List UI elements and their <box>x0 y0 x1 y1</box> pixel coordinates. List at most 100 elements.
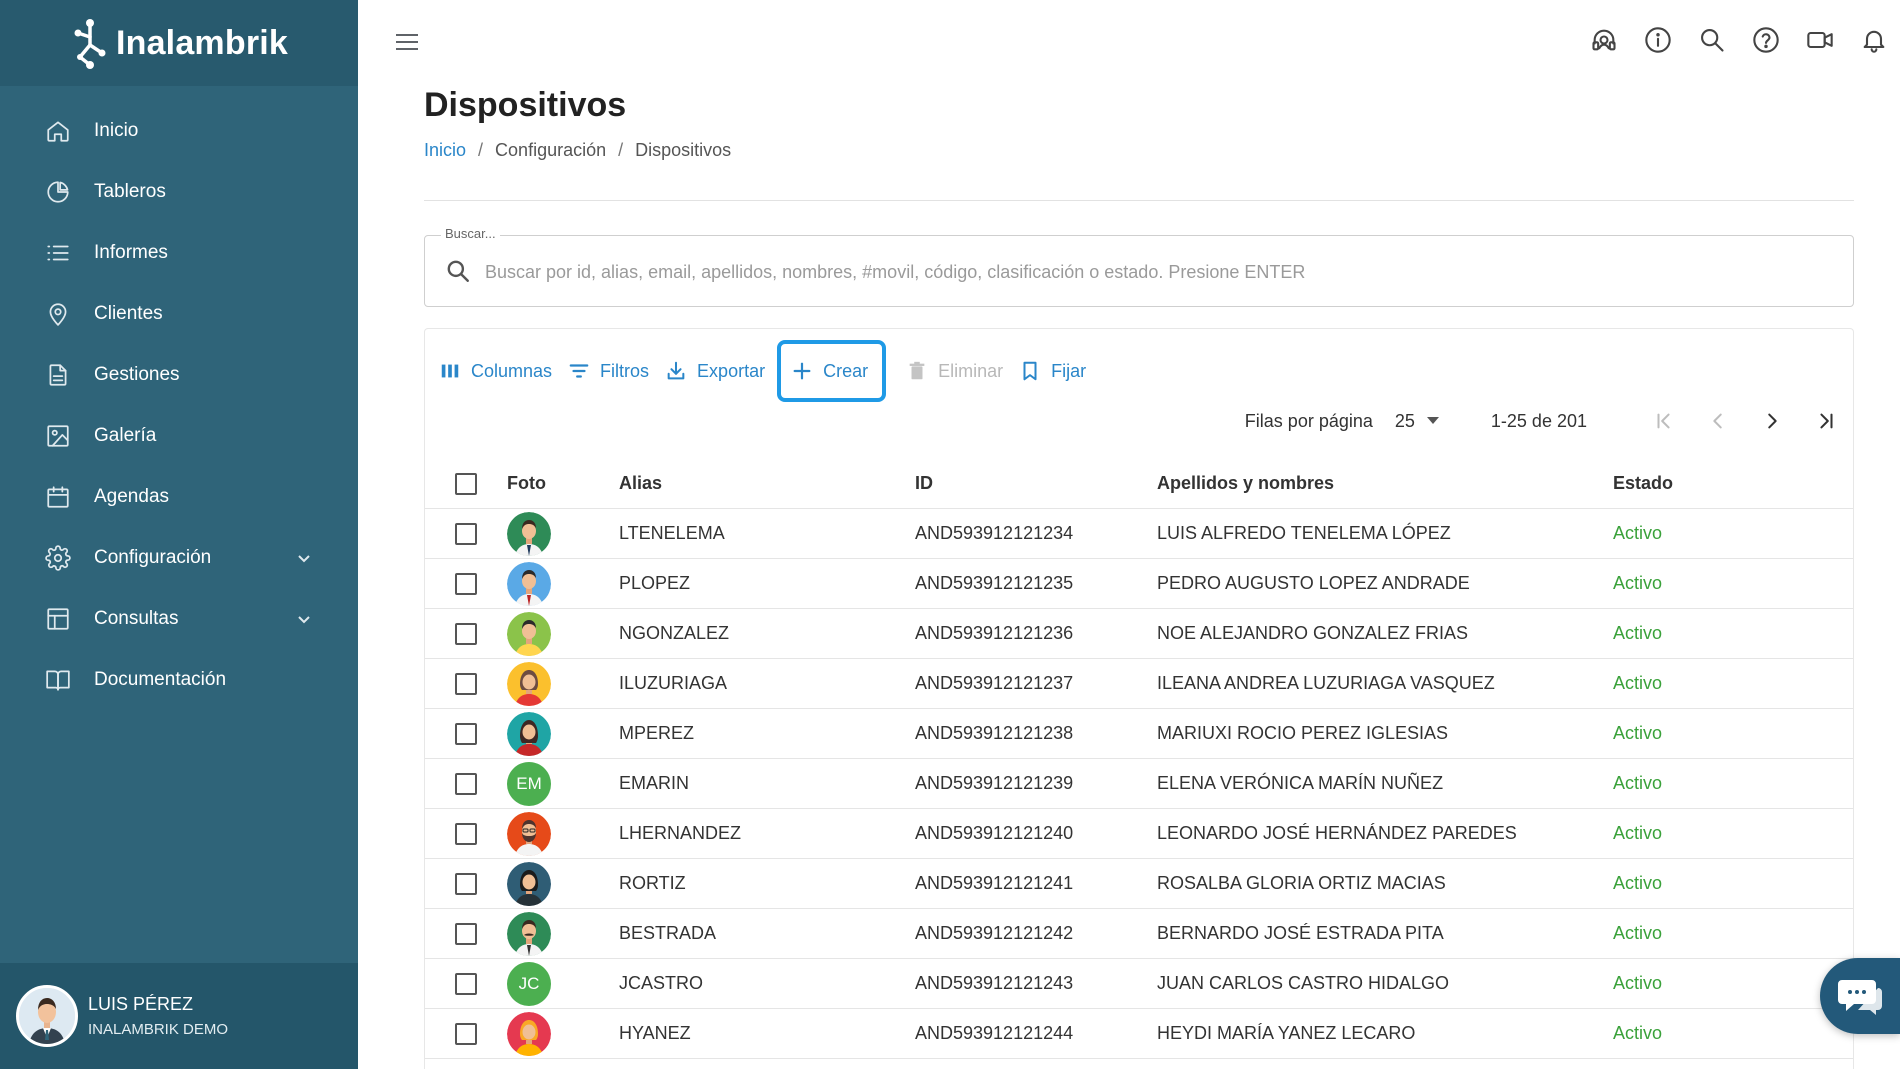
status-badge: Activo <box>1613 1023 1663 1043</box>
previous-page-icon[interactable] <box>1703 406 1733 436</box>
column-header-id[interactable]: ID <box>915 473 1157 494</box>
delete-button[interactable]: Eliminar <box>900 349 1009 393</box>
rows-per-page-label: Filas por página <box>1244 410 1373 431</box>
sidebar-item-configuracion[interactable]: Configuración <box>0 527 358 588</box>
sidebar-item-label: Clientes <box>94 302 163 324</box>
video-icon[interactable] <box>1806 24 1834 56</box>
cell-alias: BESTRADA <box>619 923 717 943</box>
rows-per-page-select[interactable]: 25 <box>1395 411 1439 432</box>
sidebar-item-label: Inicio <box>94 119 139 141</box>
table-row[interactable]: BESTRADA AND593912121242 BERNARDO JOSÉ E… <box>425 909 1853 959</box>
brand[interactable]: Inalambrik <box>0 0 358 86</box>
sidebar-item-tableros[interactable]: Tableros <box>0 161 358 222</box>
avatar <box>16 985 78 1047</box>
support-icon[interactable] <box>1590 24 1618 56</box>
pin-button[interactable]: Fijar <box>1013 349 1092 393</box>
pin-label: Fijar <box>1051 360 1087 381</box>
top-icons <box>1590 24 1888 56</box>
sidebar-item-galeria[interactable]: Galería <box>0 405 358 466</box>
sidebar-item-clientes[interactable]: Clientes <box>0 283 358 344</box>
table-row[interactable]: HYANEZ AND593912121244 HEYDI MARÍA YANEZ… <box>425 1009 1853 1059</box>
filter-icon <box>569 364 589 378</box>
breadcrumb-configuracion: Configuración <box>495 140 607 160</box>
avatar <box>507 861 551 906</box>
search-input[interactable] <box>485 254 1833 290</box>
bell-icon[interactable] <box>1860 24 1888 56</box>
row-checkbox[interactable] <box>455 872 477 895</box>
status-badge: Activo <box>1613 623 1663 643</box>
user-panel[interactable]: LUIS PÉREZ INALAMBRIK DEMO <box>0 963 358 1069</box>
search-icon[interactable] <box>1698 24 1726 56</box>
column-header-alias[interactable]: Alias <box>619 473 915 494</box>
table-row[interactable]: PLOPEZ AND593912121235 PEDRO AUGUSTO LOP… <box>425 559 1853 609</box>
chevron-down-icon[interactable] <box>294 609 314 629</box>
chat-button[interactable] <box>1820 958 1900 1034</box>
home-icon <box>44 117 72 145</box>
row-checkbox[interactable] <box>455 822 477 845</box>
info-icon[interactable] <box>1644 24 1672 56</box>
location-pin-icon <box>44 300 72 328</box>
sidebar-item-gestiones[interactable]: Gestiones <box>0 344 358 405</box>
sidebar-item-documentacion[interactable]: Documentación <box>0 649 358 710</box>
menu-icon[interactable] <box>394 30 420 54</box>
row-checkbox[interactable] <box>455 672 477 695</box>
row-checkbox[interactable] <box>455 522 477 545</box>
column-header-name[interactable]: Apellidos y nombres <box>1157 473 1613 494</box>
column-header-foto[interactable]: Foto <box>507 473 619 494</box>
filters-button[interactable]: Filtros <box>562 349 655 393</box>
sidebar-item-label: Gestiones <box>94 363 180 385</box>
table-row[interactable]: LHERNANDEZ AND593912121240 LEONARDO JOSÉ… <box>425 809 1853 859</box>
sidebar-item-inicio[interactable]: Inicio <box>0 100 358 161</box>
sidebar-item-consultas[interactable]: Consultas <box>0 588 358 649</box>
first-page-icon[interactable] <box>1649 406 1679 436</box>
row-checkbox[interactable] <box>455 572 477 595</box>
main-content: Dispositivos Inicio / Configuración / Di… <box>358 0 1900 1069</box>
row-checkbox[interactable] <box>455 1022 477 1045</box>
sidebar-item-informes[interactable]: Informes <box>0 222 358 283</box>
plus-icon <box>793 362 811 380</box>
create-label: Crear <box>823 360 869 381</box>
export-button[interactable]: Exportar <box>659 349 771 393</box>
help-icon[interactable] <box>1752 24 1780 56</box>
avatar <box>507 611 551 656</box>
status-badge: Activo <box>1613 873 1663 893</box>
table-row[interactable]: MPEREZ AND593912121238 MARIUXI ROCIO PER… <box>425 709 1853 759</box>
select-all-checkbox[interactable] <box>455 472 477 495</box>
export-label: Exportar <box>697 360 766 381</box>
row-checkbox[interactable] <box>455 922 477 945</box>
chevron-down-icon[interactable] <box>294 548 314 568</box>
table-row[interactable]: LTENELEMA AND593912121234 LUIS ALFREDO T… <box>425 509 1853 559</box>
sidebar-item-agendas[interactable]: Agendas <box>0 466 358 527</box>
row-checkbox[interactable] <box>455 722 477 745</box>
cell-alias: NGONZALEZ <box>619 623 730 643</box>
column-header-estado[interactable]: Estado <box>1613 473 1853 494</box>
cell-alias: MPEREZ <box>619 723 695 743</box>
cell-id: AND593912121243 <box>915 973 1074 993</box>
cell-name: ILEANA ANDREA LUZURIAGA VASQUEZ <box>1157 673 1495 693</box>
cell-alias: ILUZURIAGA <box>619 673 728 693</box>
avatar <box>507 811 551 856</box>
cell-name: ELENA VERÓNICA MARÍN NUÑEZ <box>1157 773 1444 793</box>
user-name: LUIS PÉREZ <box>88 994 194 1014</box>
table-row[interactable]: ILUZURIAGA AND593912121237 ILEANA ANDREA… <box>425 659 1853 709</box>
table-row[interactable]: JC JCASTRO AND593912121243 JUAN CARLOS C… <box>425 959 1853 1009</box>
status-badge: Activo <box>1613 923 1663 943</box>
document-icon <box>44 361 72 389</box>
row-checkbox[interactable] <box>455 772 477 795</box>
table-row[interactable]: EM EMARIN AND593912121239 ELENA VERÓNICA… <box>425 759 1853 809</box>
brand-logo-icon <box>74 19 106 69</box>
status-badge: Activo <box>1613 723 1663 743</box>
cell-name: BERNARDO JOSÉ ESTRADA PITA <box>1157 923 1444 943</box>
breadcrumb-inicio[interactable]: Inicio <box>424 140 466 161</box>
row-checkbox[interactable] <box>455 622 477 645</box>
cell-id: AND593912121237 <box>915 673 1074 693</box>
columns-button[interactable]: Columnas <box>433 349 558 393</box>
next-page-icon[interactable] <box>1757 406 1787 436</box>
table-row[interactable]: RORTIZ AND593912121241 ROSALBA GLORIA OR… <box>425 859 1853 909</box>
avatar <box>507 911 551 956</box>
create-button[interactable]: Crear <box>777 340 887 402</box>
last-page-icon[interactable] <box>1811 406 1841 436</box>
page-title: Dispositivos <box>424 86 627 124</box>
table-row[interactable]: NGONZALEZ AND593912121236 NOE ALEJANDRO … <box>425 609 1853 659</box>
row-checkbox[interactable] <box>455 972 477 995</box>
